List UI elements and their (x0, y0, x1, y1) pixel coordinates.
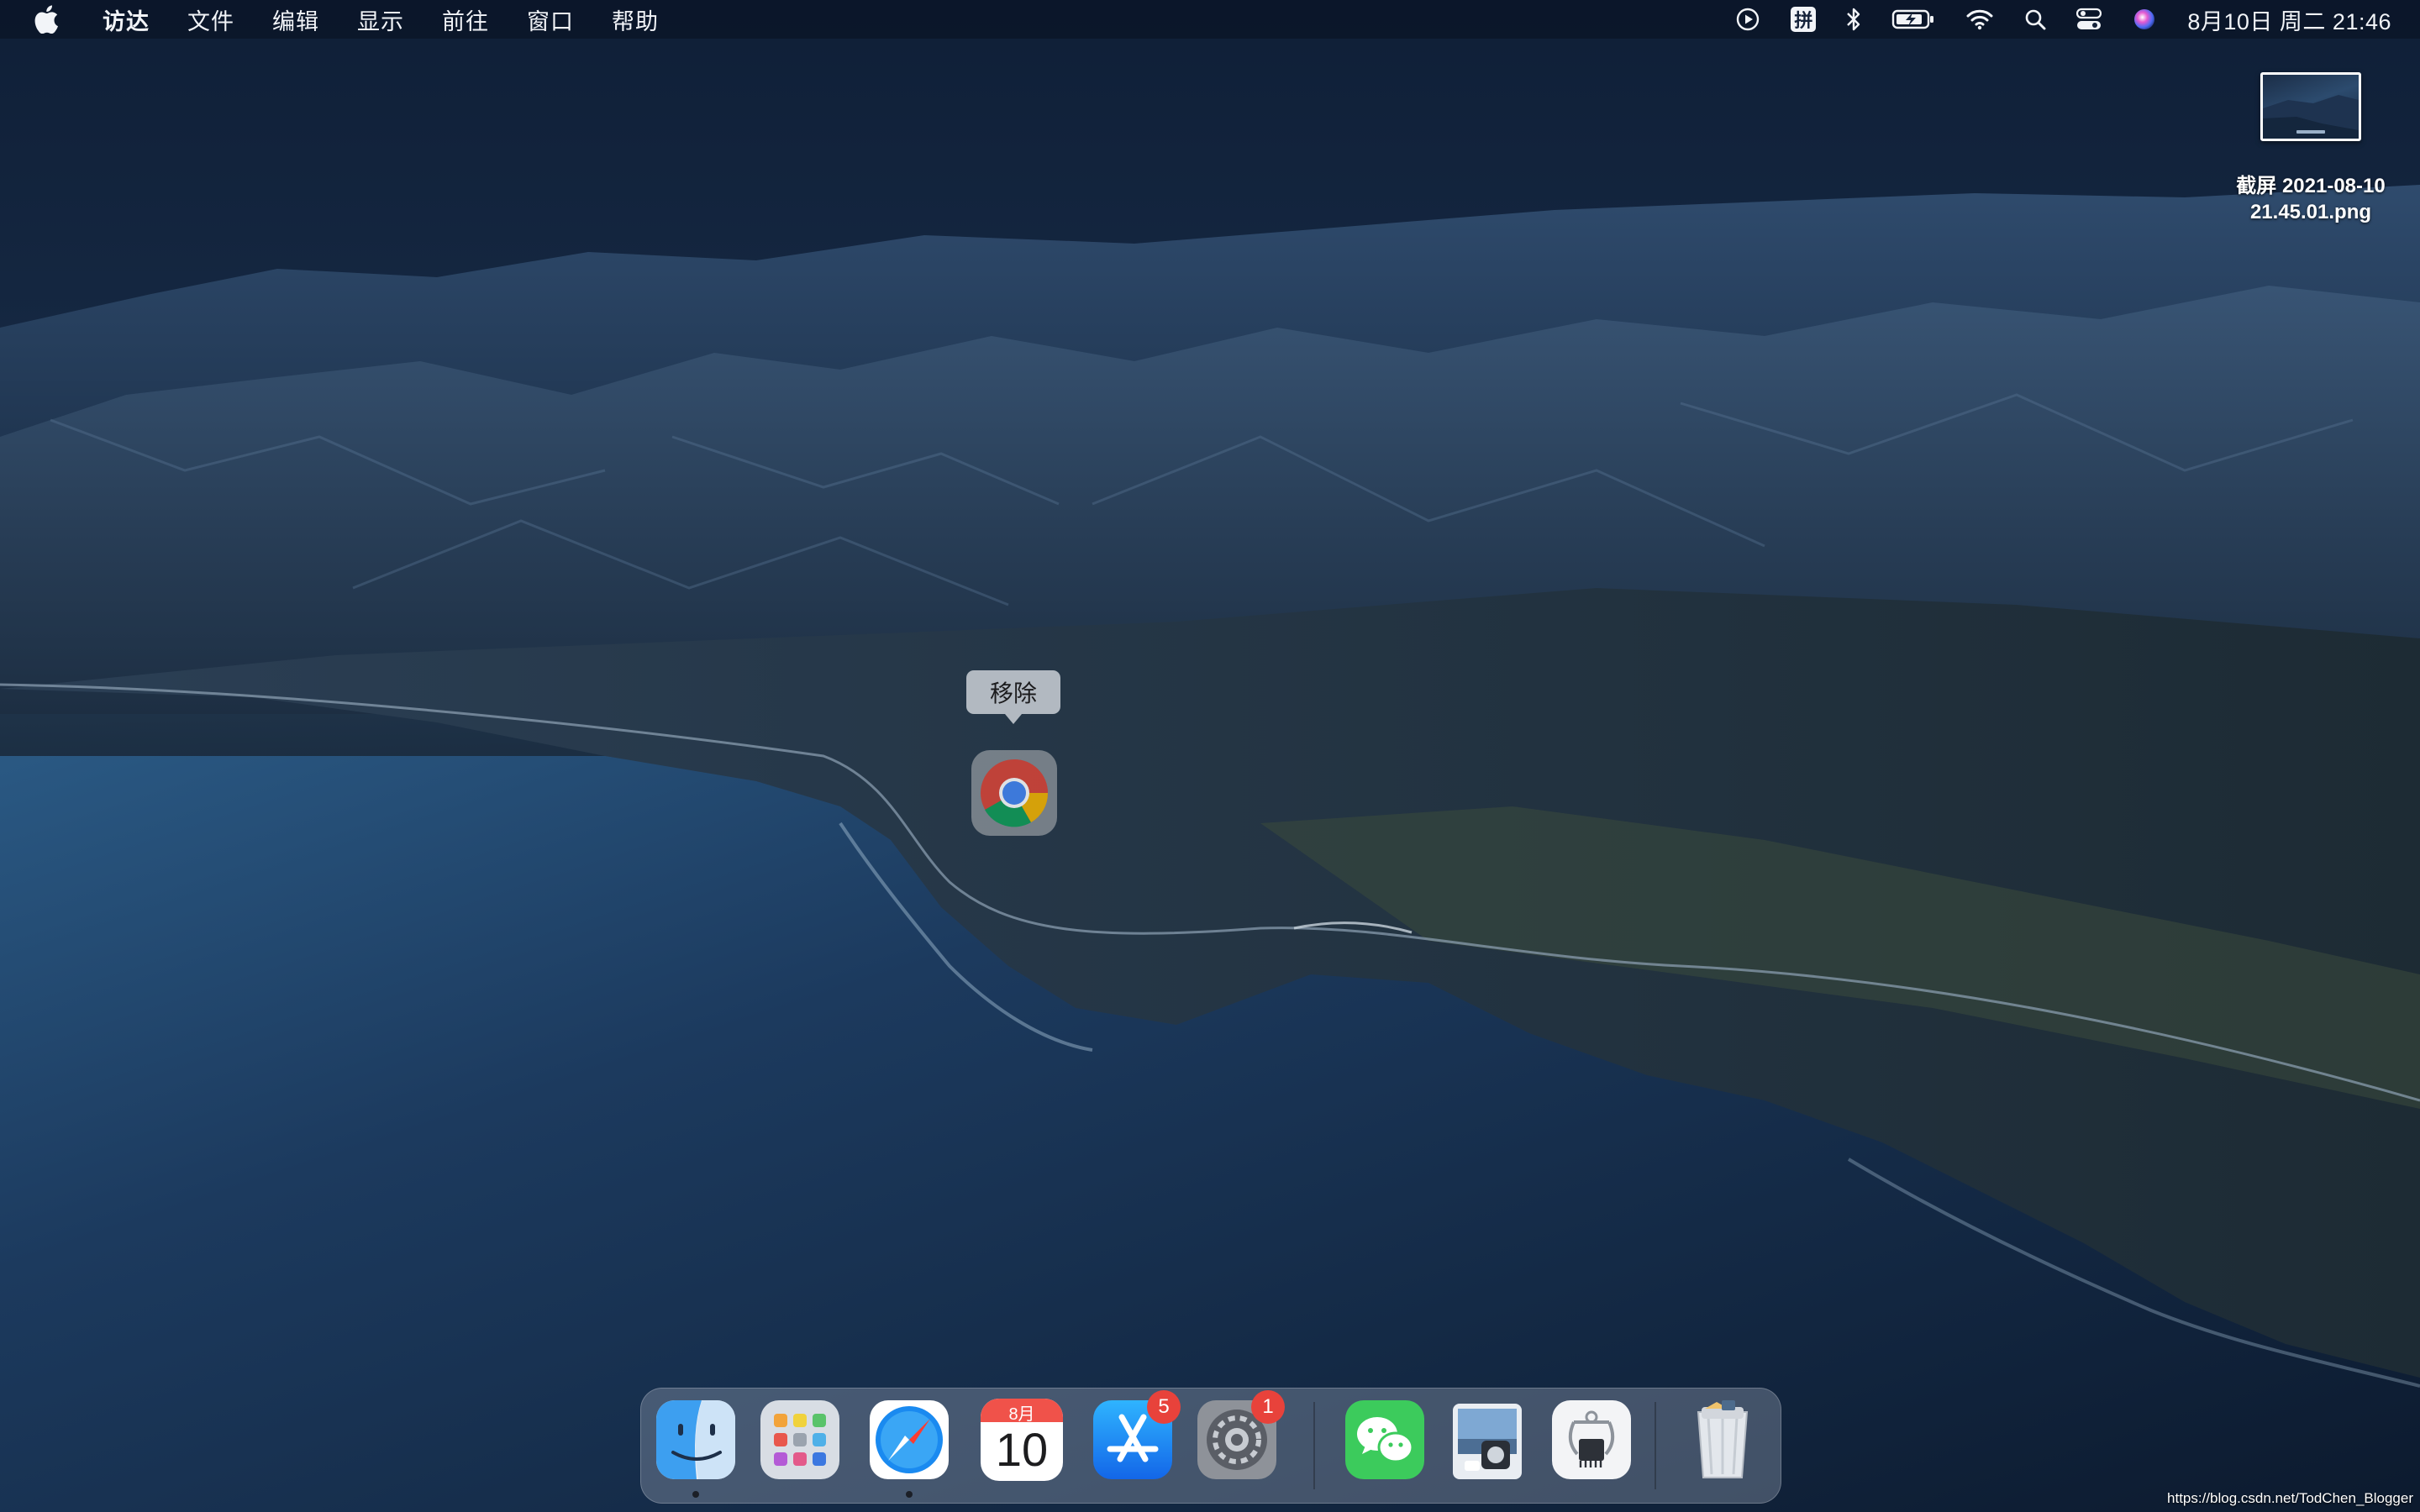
wifi-icon[interactable] (1965, 0, 1994, 39)
now-playing-icon[interactable] (1735, 0, 1760, 39)
menu-help[interactable]: 帮助 (612, 3, 659, 36)
menu-file[interactable]: 文件 (187, 3, 234, 36)
file-name-line-1: 截屏 2021-08-10 (2236, 175, 2386, 197)
apple-menu-icon[interactable] (34, 5, 59, 34)
input-method-icon[interactable]: 拼 (1791, 0, 1817, 39)
trash-icon[interactable] (1680, 1397, 1765, 1483)
dock-separator (1655, 1402, 1656, 1489)
menu-bar-clock[interactable]: 8月10日 周二 21:46 (2187, 3, 2391, 36)
screenshot-thumbnail-icon (2260, 72, 2361, 141)
chrome-icon[interactable] (971, 750, 1057, 836)
app-store-badge: 5 (1147, 1390, 1181, 1424)
menu-window[interactable]: 窗口 (527, 3, 574, 36)
file-name-line-2: 21.45.01.png (2249, 201, 2372, 223)
system-preferences-badge: 1 (1251, 1390, 1285, 1424)
menu-bar: 访达 文件 编辑 显示 前往 窗口 帮助 拼 8月10日 周二 21:46 (0, 0, 2420, 39)
menu-go[interactable]: 前往 (442, 3, 489, 36)
remove-tooltip: 移除 (966, 670, 1060, 724)
calendar-month: 8月 (1008, 1405, 1035, 1424)
spotlight-search-icon[interactable] (2024, 0, 2046, 39)
battery-icon[interactable] (1891, 0, 1935, 39)
preview-icon[interactable] (1444, 1397, 1530, 1483)
menu-edit[interactable]: 编辑 (272, 3, 319, 36)
finder-icon[interactable] (653, 1397, 739, 1498)
calendar-icon[interactable]: 8月 10 (979, 1397, 1065, 1483)
dock: 8月 10 5 1 (640, 1388, 1781, 1504)
dock-separator (1313, 1402, 1315, 1489)
menu-view[interactable]: 显示 (357, 3, 404, 36)
control-center-icon[interactable] (2076, 0, 2102, 39)
desktop-file-screenshot[interactable]: 截屏 2021-08-10 21.45.01.png (2210, 72, 2412, 225)
safari-icon[interactable] (866, 1397, 952, 1498)
safari-running-indicator (906, 1491, 913, 1498)
launchpad-icon[interactable] (757, 1397, 843, 1483)
siri-icon[interactable] (2132, 0, 2157, 39)
input-method-label: 拼 (1791, 7, 1817, 32)
watermark-text: https://blog.csdn.net/TodChen_Blogger (2167, 1490, 2413, 1506)
app-store-icon[interactable]: 5 (1090, 1390, 1181, 1483)
wechat-icon[interactable] (1342, 1397, 1428, 1483)
desktop-wallpaper (0, 0, 2420, 1512)
bluetooth-icon[interactable] (1846, 0, 1861, 39)
menu-finder[interactable]: 访达 (103, 3, 150, 36)
system-information-icon[interactable] (1549, 1397, 1634, 1483)
calendar-day: 10 (995, 1423, 1049, 1476)
finder-running-indicator (692, 1491, 699, 1498)
desktop-file-name: 截屏 2021-08-10 21.45.01.png (2236, 173, 2385, 225)
system-preferences-icon[interactable]: 1 (1194, 1390, 1285, 1483)
